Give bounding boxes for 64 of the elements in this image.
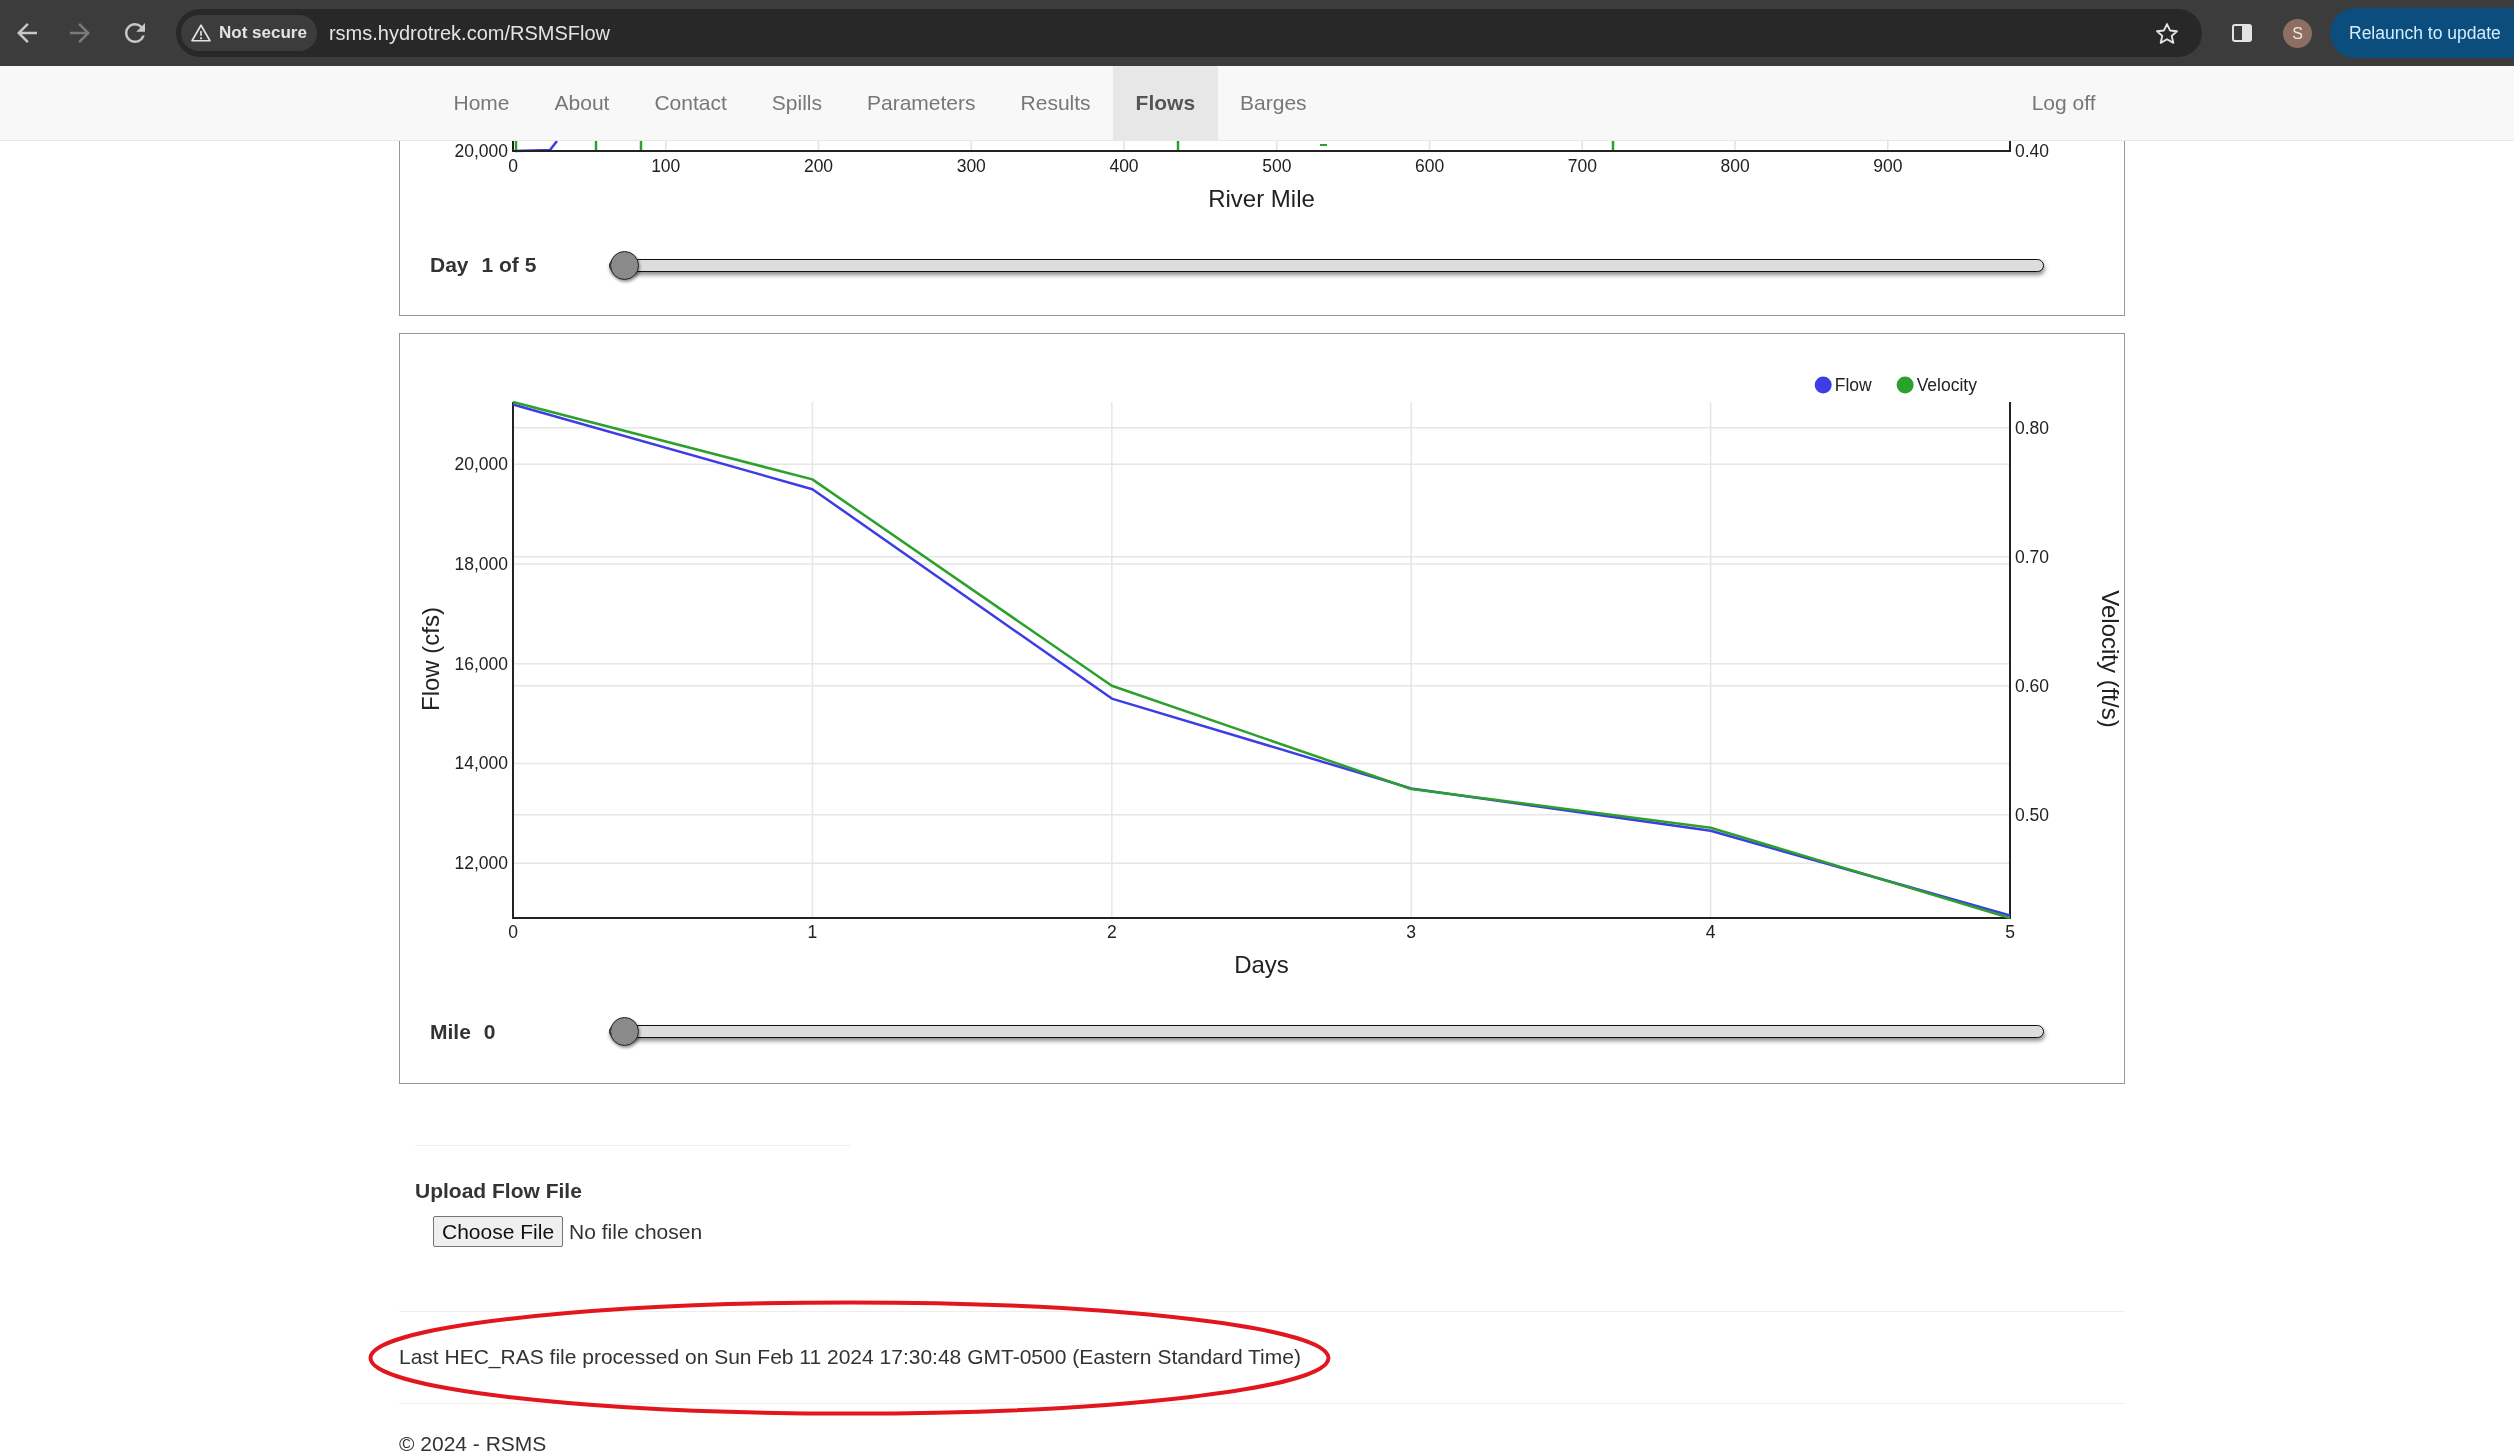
axis-tick-label: 18,000 — [454, 554, 508, 575]
file-status-text: No file chosen — [569, 1218, 703, 1245]
slider-thumb[interactable] — [610, 250, 639, 280]
nav-link[interactable]: Home — [431, 66, 533, 140]
nav-link[interactable]: Spills — [749, 66, 845, 140]
axis-tick-label: 0.80 — [2015, 417, 2050, 438]
security-chip[interactable]: Not secure — [181, 15, 317, 51]
axis-tick-label: 4 — [1705, 922, 1716, 942]
slider-label: Mile — [430, 1018, 471, 1045]
nav-link[interactable]: About — [532, 66, 632, 140]
axis-tick-label: 20,000 — [454, 454, 508, 475]
star-icon — [2156, 22, 2178, 44]
axis-tick-label: 800 — [1720, 156, 1750, 176]
axis-tick-label: 2 — [1106, 922, 1117, 942]
axis-tick-label: 0.50 — [2015, 804, 2050, 825]
axis-tick-label: 5 — [2005, 922, 2015, 942]
slider-value: 1 of 5 — [481, 252, 537, 279]
axis-title: Velocity (ft/s) — [2096, 590, 2124, 728]
axis-tick-label: 0 — [508, 156, 518, 176]
axis-tick-label: 16,000 — [454, 653, 508, 674]
nav-link[interactable]: Results — [998, 66, 1114, 140]
slider-thumb[interactable] — [610, 1017, 639, 1046]
axis-tick-label: 0.60 — [2015, 675, 2050, 696]
profile-avatar[interactable]: S — [2283, 18, 2312, 48]
reload-icon — [125, 23, 145, 43]
axis-tick-label: 20,000 — [454, 141, 508, 161]
axis-tick-label: 100 — [651, 156, 681, 176]
axis-tick-label: 600 — [1414, 156, 1445, 176]
back-arrow-icon — [17, 23, 37, 43]
axis-tick-label: 12,000 — [454, 853, 508, 874]
axis-tick-label: 400 — [1109, 156, 1139, 176]
address-bar[interactable]: Not secure rsms.hydrotrek.com/RSMSFlow — [176, 9, 2202, 57]
axis-tick-label: 1 — [807, 922, 818, 942]
warning-icon — [191, 24, 211, 42]
axis-title: Days — [1234, 950, 1289, 978]
axis-tick-label: 300 — [956, 156, 986, 176]
axis-tick-label: 200 — [803, 156, 834, 176]
upload-title: Upload Flow File — [415, 1178, 583, 1204]
choose-file-button[interactable]: Choose File — [433, 1216, 564, 1247]
axis-title: River Mile — [1208, 184, 1315, 212]
log-off-link[interactable]: Log off — [2009, 66, 2118, 140]
axis-title: Flow (cfs) — [416, 607, 444, 711]
side-panel-icon — [2232, 24, 2252, 42]
axis-tick-label: 0.70 — [2015, 546, 2050, 567]
url-text: rsms.hydrotrek.com/RSMSFlow — [328, 21, 611, 46]
slider-value: 0 — [483, 1018, 496, 1045]
axis-tick-label: 500 — [1262, 156, 1292, 176]
copyright-text: © 2024 - RSMS — [399, 1432, 548, 1456]
axis-tick-label: 700 — [1567, 156, 1597, 176]
nav-link[interactable]: Barges — [1217, 66, 1330, 140]
axis-tick-label: 0 — [508, 922, 518, 942]
nav-link[interactable]: Contact — [631, 66, 750, 140]
legend-label: Flow — [1834, 375, 1872, 395]
last-processed-text: Last HEC_RAS file processed on Sun Feb 11 2024 17:30:48 GMT-0500 (Eastern Standard Time) — [399, 1345, 1301, 1368]
relaunch-button[interactable]: Relaunch to update — [2330, 8, 2514, 58]
axis-tick-label: 0.40 — [2015, 141, 2050, 161]
slider-label: Day — [430, 252, 469, 279]
axis-tick-label: 14,000 — [454, 753, 508, 774]
legend-label: Velocity — [1916, 375, 1977, 395]
axis-tick-label: 900 — [1873, 156, 1903, 176]
nav-link[interactable]: Parameters — [844, 66, 999, 140]
forward-arrow-icon — [70, 23, 90, 43]
nav-link[interactable]: Flows — [1113, 66, 1218, 140]
axis-tick-label: 3 — [1406, 922, 1417, 942]
